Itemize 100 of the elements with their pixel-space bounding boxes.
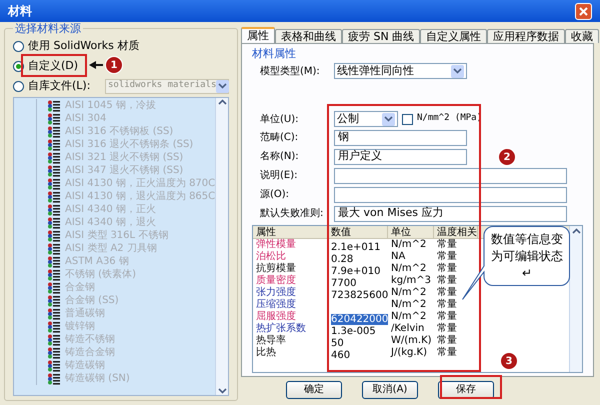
material-icon xyxy=(47,100,60,112)
text-field[interactable] xyxy=(334,168,567,184)
unit-cell-text: W/(m.K) xyxy=(390,335,433,347)
material-icon xyxy=(47,346,60,358)
field-label: 默认失败准则: xyxy=(260,206,324,221)
unit-cell-text: NA xyxy=(390,251,406,263)
checkbox[interactable] xyxy=(402,114,413,124)
callout-text: 数值等信息变为可编辑状态↵ xyxy=(490,231,564,282)
pointer-arrow xyxy=(89,61,103,69)
unit-cell-text: N/m^2 xyxy=(390,239,428,251)
property-name: 质量密度 xyxy=(255,275,297,286)
radio-label: 自库文件(L): xyxy=(28,79,90,93)
material-icon xyxy=(47,230,60,242)
value-cell[interactable]: 723825600 xyxy=(331,290,388,301)
material-icon xyxy=(47,204,60,216)
unit-cell-text: N/m^2 xyxy=(390,287,428,299)
property-name: 热导率 xyxy=(255,335,287,346)
property-name: 抗剪模量 xyxy=(255,263,297,274)
dialog-button[interactable]: 确定 xyxy=(286,381,342,399)
tab[interactable]: 收藏 xyxy=(565,29,600,43)
value-cell[interactable]: 50 xyxy=(331,338,344,349)
highlight-frame xyxy=(440,375,502,399)
tab[interactable]: 属性 xyxy=(241,27,275,43)
unit-cell-text: N/m^2 xyxy=(390,299,428,311)
temperature-cell-text: 常量 xyxy=(436,323,458,334)
tab[interactable]: 应用程序数据 xyxy=(487,29,566,43)
material-icon xyxy=(47,282,60,294)
temperature-cell-text: 常量 xyxy=(436,275,458,286)
close-button[interactable] xyxy=(575,2,592,20)
material-icon xyxy=(47,334,60,346)
material-icon xyxy=(47,268,60,280)
tab[interactable]: 自定义属性 xyxy=(420,29,488,43)
tab[interactable]: 表格和曲线 xyxy=(275,29,342,43)
unit-cell-text: N/m^2 xyxy=(390,263,428,275)
property-name: 屈服强度 xyxy=(255,311,297,322)
temperature-cell-text: 常量 xyxy=(436,239,458,250)
field-label: 源(O): xyxy=(260,188,290,202)
material-icon xyxy=(47,320,60,332)
material-icon xyxy=(47,178,60,190)
column-header: 属性 xyxy=(253,226,328,239)
material-icon xyxy=(47,126,60,138)
value-cell[interactable]: 620422000 xyxy=(331,314,388,325)
temperature-cell-text: 常量 xyxy=(436,287,458,298)
window-title: 材料 xyxy=(8,3,32,20)
value-cell[interactable]: 2.1e+011 xyxy=(331,242,381,253)
material-icon xyxy=(47,294,60,306)
material-icon xyxy=(47,152,60,164)
criterion-field[interactable]: 最大 von Mises 应力 xyxy=(334,206,567,222)
group-title: 选择材料来源 xyxy=(13,22,83,35)
value-cell[interactable]: 7700 xyxy=(331,278,356,289)
material-icon xyxy=(47,112,60,124)
material-icon xyxy=(47,372,60,384)
unit-cell-text: kg/m^3 xyxy=(390,275,432,287)
close-icon xyxy=(579,6,588,16)
temperature-cell-text: 常量 xyxy=(436,251,458,262)
property-name: 热扩张系数 xyxy=(255,323,307,334)
text-field[interactable]: 钢 xyxy=(334,130,467,146)
property-name: 张力强度 xyxy=(255,287,297,298)
tab[interactable]: 疲劳 SN 曲线 xyxy=(342,29,420,43)
field-label: 说明(E): xyxy=(260,169,298,183)
text-field[interactable] xyxy=(334,186,567,202)
material-icon xyxy=(47,190,60,202)
material-icon xyxy=(47,164,60,176)
scroll-up-icon[interactable] xyxy=(572,228,580,234)
unit-cell-text: N/m^2 xyxy=(390,311,428,323)
field-label: 名称(N): xyxy=(260,150,300,164)
radio-label: 自定义(D) xyxy=(28,59,78,73)
material-icon xyxy=(47,216,60,228)
field-label: 范畴(C): xyxy=(260,130,300,145)
column-header: 单位 xyxy=(388,226,434,239)
material-icon xyxy=(47,242,60,254)
section-title: 材料属性 xyxy=(252,47,297,61)
material-icon xyxy=(47,256,60,268)
temperature-cell-text: 常量 xyxy=(436,347,458,359)
field-label: 单位(U): xyxy=(260,112,300,126)
column-header: 数值 xyxy=(328,226,388,239)
material-icon xyxy=(47,360,60,372)
dialog-button[interactable]: 取消(A) xyxy=(362,381,418,399)
value-cell[interactable]: 1.3e-005 xyxy=(331,326,376,337)
temperature-cell-text: 常量 xyxy=(436,299,458,310)
temperature-cell-text: 常量 xyxy=(436,263,458,274)
step-marker: 1 xyxy=(105,56,123,74)
highlight-frame xyxy=(21,54,87,77)
temperature-cell-text: 常量 xyxy=(436,335,458,346)
property-name: 压缩强度 xyxy=(255,299,297,310)
value-cell[interactable]: 0.28 xyxy=(331,254,354,265)
model-type-dropdown[interactable]: 线性弹性同向性 xyxy=(334,63,467,79)
radio-button[interactable] xyxy=(13,80,24,92)
property-name: 泊松比 xyxy=(255,251,287,262)
field-label: 模型类型(M): xyxy=(260,64,321,78)
radio-label: 使用 SolidWorks 材质 xyxy=(28,39,140,53)
value-cell[interactable]: 460 xyxy=(331,350,350,361)
property-name: 比热 xyxy=(255,347,277,359)
value-cell[interactable]: 7.9e+010 xyxy=(331,266,381,277)
text-field[interactable]: 用户定义 xyxy=(334,148,467,164)
property-name: 弹性模量 xyxy=(255,239,297,250)
radio-button[interactable] xyxy=(13,40,24,52)
unit-cell-text: /Kelvin xyxy=(390,323,426,335)
units-dropdown[interactable]: 公制 xyxy=(334,111,398,127)
temperature-cell-text: 常量 xyxy=(436,311,458,322)
